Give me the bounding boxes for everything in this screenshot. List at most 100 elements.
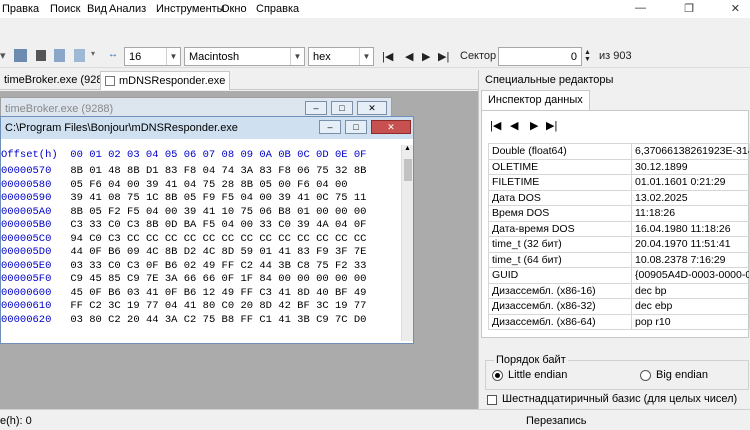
dropdown-icon[interactable]: ▾	[0, 49, 13, 62]
row-bytes[interactable]: C3 33 C0 C3 8B 0D BA F5 04 00 33 C0 39 4…	[70, 219, 366, 231]
inspector-value[interactable]: 6,37066138261923E-314	[631, 143, 750, 160]
inspector-key: Дизассембл. (x86-32)	[488, 298, 632, 315]
inspector-value[interactable]: 10.08.2378 7:16:29	[631, 251, 750, 268]
scroll-up-icon[interactable]: ▲	[404, 145, 411, 152]
inspector-row[interactable]: Дизассембл. (x86-32) dec ebp	[488, 298, 750, 315]
prev-page-icon[interactable]: ◀	[405, 50, 413, 63]
inspector-value[interactable]: 30.12.1899	[631, 158, 750, 175]
menu-analysis[interactable]: Анализ	[109, 3, 146, 15]
charset-select[interactable]: Macintosh ▼	[184, 47, 305, 66]
inspector-value[interactable]: {00905A4D-0003-0000-0400	[631, 267, 750, 284]
inspector-row[interactable]: Double (float64) 6,37066138261923E-314	[488, 143, 750, 160]
row-bytes[interactable]: 8B 05 F2 F5 04 00 39 41 10 75 06 B8 01 0…	[70, 206, 366, 218]
inspector-row[interactable]: time_t (32 бит) 20.04.1970 11:51:41	[488, 236, 750, 253]
offset-step-value: 16	[129, 51, 142, 63]
inspector-row[interactable]: Дата-время DOS 16.04.1980 11:18:26	[488, 220, 750, 237]
little-endian-label: Little endian	[508, 369, 568, 381]
hex-row[interactable]: 000005E0 03 33 C0 C3 0F B6 02 49 FF C2 4…	[1, 260, 366, 273]
inspector-row[interactable]: Время DOS 11:18:26	[488, 205, 750, 222]
next-icon[interactable]: ▶	[530, 119, 538, 132]
tab-timebroker[interactable]: timeBroker.exe (9288)	[0, 71, 116, 90]
hex-basis-checkbox[interactable]	[487, 395, 497, 405]
inspector-value[interactable]: 11:18:26	[631, 205, 750, 222]
row-bytes[interactable]: 45 0F B6 03 41 0F B6 12 49 FF C3 41 8D 4…	[70, 287, 366, 299]
inspector-value[interactable]: 13.02.2025	[631, 189, 750, 206]
row-bytes[interactable]: 44 0F B6 09 4C 8B D2 4C 8D 59 01 41 83 F…	[70, 246, 366, 258]
sector-spin-icon[interactable]: ▲ ▼	[584, 49, 594, 63]
hex-row[interactable]: 00000580 05 F6 04 00 39 41 04 75 28 8B 0…	[1, 179, 348, 192]
inspector-value[interactable]: dec bp	[631, 282, 750, 299]
hex-row[interactable]: 000005B0 C3 33 C0 C3 8B 0D BA F5 04 00 3…	[1, 219, 366, 232]
row-offset: 000005D0	[1, 246, 52, 258]
inspector-row[interactable]: Дизассембл. (x86-64) pop r10	[488, 313, 750, 330]
minimize-icon[interactable]: –	[319, 120, 341, 134]
close-icon[interactable]: ✕	[357, 101, 387, 115]
inspector-row[interactable]: time_t (64 бит) 10.08.2378 7:16:29	[488, 251, 750, 268]
minimize-icon[interactable]: —	[635, 2, 646, 14]
big-endian-radio[interactable]	[640, 370, 651, 381]
minimize-icon[interactable]: –	[305, 101, 327, 115]
menu-view[interactable]: Вид	[87, 3, 107, 15]
inspector-row[interactable]: Дизассембл. (x86-16) dec bp	[488, 282, 750, 299]
next-page-icon[interactable]: ▶	[422, 50, 430, 63]
inspector-row[interactable]: FILETIME 01.01.1601 0:21:29	[488, 174, 750, 191]
row-bytes[interactable]: 39 41 08 75 1C 8B 05 F9 F5 04 00 39 41 0…	[70, 192, 366, 204]
hex-row[interactable]: 00000570 8B 01 48 8B D1 83 F8 04 74 3A 8…	[1, 165, 366, 178]
hex-row[interactable]: 00000620 03 80 C2 20 44 3A C2 75 B8 FF C…	[1, 314, 366, 327]
inspector-value[interactable]: 16.04.1980 11:18:26	[631, 220, 750, 237]
inspector-row[interactable]: OLETIME 30.12.1899	[488, 158, 750, 175]
close-icon[interactable]: ✕	[731, 2, 740, 15]
little-endian-radio[interactable]	[492, 370, 503, 381]
prev-icon[interactable]: ◀	[510, 119, 518, 132]
hex-row[interactable]: 00000600 45 0F B6 03 41 0F B6 12 49 FF C…	[1, 287, 366, 300]
row-bytes[interactable]: 03 33 C0 C3 0F B6 02 49 FF C2 44 3B C8 7…	[70, 260, 366, 272]
inspector-row[interactable]: Дата DOS 13.02.2025	[488, 189, 750, 206]
scroll-thumb[interactable]	[404, 159, 412, 181]
display-mode-value: hex	[313, 51, 331, 63]
hex-row[interactable]: 00000590 39 41 08 75 1C 8B 05 F9 F5 04 0…	[1, 192, 366, 205]
document-icon[interactable]	[74, 49, 85, 62]
last-icon[interactable]: ▶|	[546, 119, 557, 132]
offset-step-select[interactable]: 16 ▼	[124, 47, 181, 66]
tab-data-inspector[interactable]: Инспектор данных	[481, 90, 590, 110]
hex-row[interactable]: 000005A0 8B 05 F2 F5 04 00 39 41 10 75 0…	[1, 206, 366, 219]
scrollbar[interactable]: ▲	[401, 145, 413, 341]
hex-row[interactable]: 000005C0 94 C0 C3 CC CC CC CC CC CC CC C…	[1, 233, 366, 246]
sector-input[interactable]: 0	[498, 47, 582, 66]
menu-tools[interactable]: Инструменты	[156, 3, 225, 15]
hex-row[interactable]: 000005D0 44 0F B6 09 4C 8B D2 4C 8D 59 0…	[1, 246, 366, 259]
menu-edit[interactable]: Правка	[2, 3, 39, 15]
hex-row[interactable]: 000005F0 C9 45 85 C9 7E 3A 66 66 0F 1F 8…	[1, 273, 366, 286]
display-mode-select[interactable]: hex ▼	[308, 47, 374, 66]
properties-icon[interactable]	[54, 49, 65, 62]
row-bytes[interactable]: 8B 01 48 8B D1 83 F8 04 74 3A 83 F8 06 7…	[70, 165, 366, 177]
maximize-icon[interactable]: □	[331, 101, 353, 115]
maximize-icon[interactable]: □	[345, 120, 367, 134]
row-bytes[interactable]: C9 45 85 C9 7E 3A 66 66 0F 1F 84 00 00 0…	[70, 273, 366, 285]
tab-mdnsresponder[interactable]: mDNSResponder.exe	[100, 71, 231, 90]
row-bytes[interactable]: 05 F6 04 00 39 41 04 75 28 8B 05 00 F6 0…	[70, 179, 347, 191]
menu-help[interactable]: Справка	[256, 3, 299, 15]
row-offset: 00000590	[1, 192, 52, 204]
inspector-value[interactable]: 20.04.1970 11:51:41	[631, 236, 750, 253]
first-page-icon[interactable]: |◀	[382, 50, 393, 63]
last-page-icon[interactable]: ▶|	[438, 50, 449, 63]
row-bytes[interactable]: 03 80 C2 20 44 3A C2 75 B8 FF C1 41 3B C…	[70, 314, 366, 326]
inspector-value[interactable]: pop r10	[631, 313, 750, 330]
print-icon[interactable]	[36, 50, 46, 61]
close-icon[interactable]: ✕	[371, 120, 411, 134]
first-icon[interactable]: |◀	[490, 119, 501, 132]
row-bytes[interactable]: 94 C0 C3 CC CC CC CC CC CC CC CC CC CC C…	[70, 233, 366, 245]
dropdown-icon-2[interactable]: ▾	[91, 49, 104, 62]
sector-label: Сектор	[460, 50, 497, 62]
menu-search[interactable]: Поиск	[50, 3, 80, 15]
inspector-row[interactable]: GUID{00905A4D-0003-0000-0400	[488, 267, 750, 284]
save-icon[interactable]	[14, 49, 27, 62]
inspector-value[interactable]: 01.01.1601 0:21:29	[631, 174, 750, 191]
inspector-value[interactable]: dec ebp	[631, 298, 750, 315]
row-bytes[interactable]: FF C2 3C 19 77 04 41 80 C0 20 8D 42 BF 3…	[70, 300, 366, 312]
hex-row[interactable]: 00000610 FF C2 3C 19 77 04 41 80 C0 20 8…	[1, 300, 366, 313]
menu-window[interactable]: Окно	[221, 3, 247, 15]
restore-icon[interactable]: ❐	[684, 2, 694, 15]
hex-editor-window[interactable]: C:\Program Files\Bonjour\mDNSResponder.e…	[0, 116, 414, 344]
